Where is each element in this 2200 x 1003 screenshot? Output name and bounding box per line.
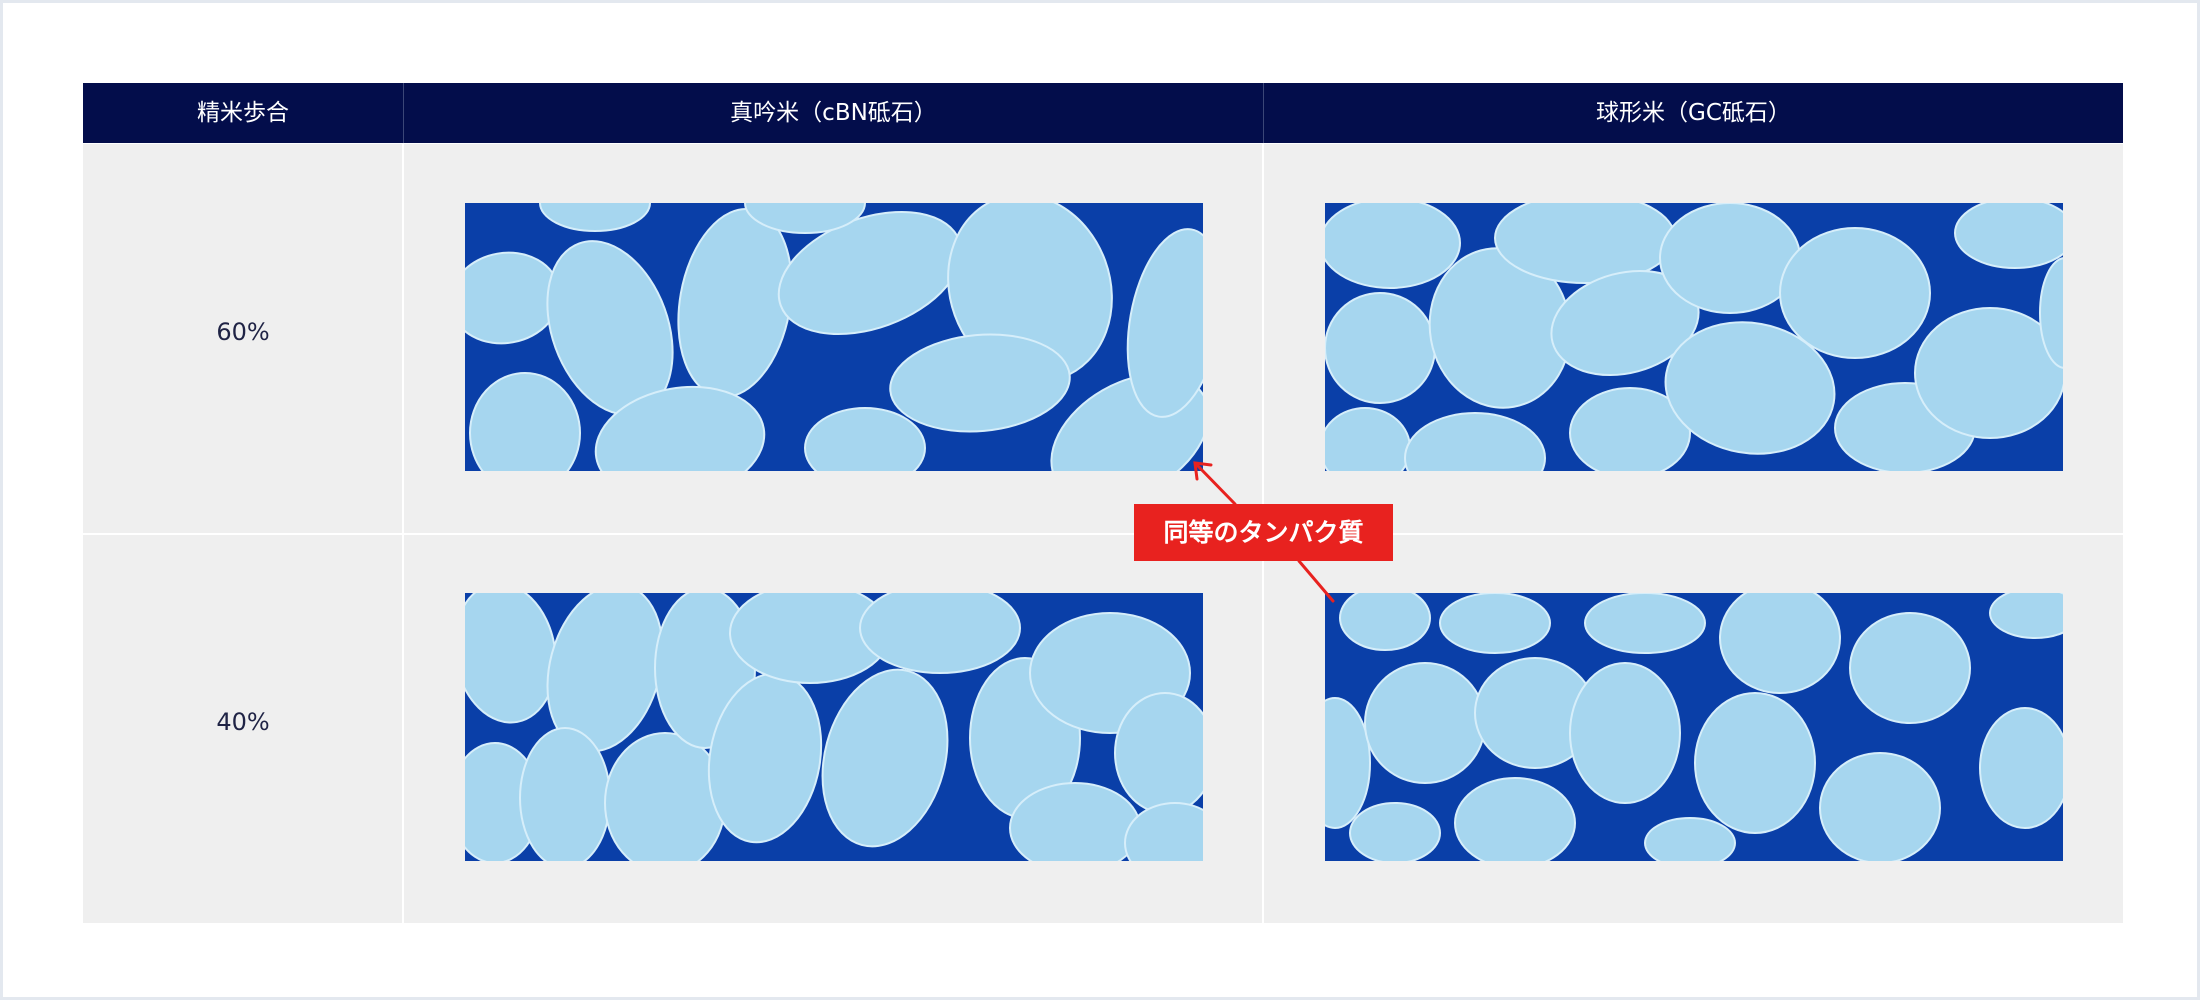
rice-photo-shingin-40 xyxy=(465,593,1203,861)
header-shingin-rice: 真吟米（cBN砥石） xyxy=(730,100,937,126)
comparison-table: 精米歩合 真吟米（cBN砥石） 球形米（GC砥石） 60% 40% xyxy=(83,83,2123,924)
equal-protein-callout: 同等のタンパク質 xyxy=(1134,504,1393,561)
header-spherical-rice: 球形米（GC砥石） xyxy=(1596,100,1791,126)
rice-photo-spherical-60 xyxy=(1325,203,2063,471)
table-header-row: 精米歩合 真吟米（cBN砥石） 球形米（GC砥石） xyxy=(83,83,2123,143)
page-frame: 精米歩合 真吟米（cBN砥石） 球形米（GC砥石） 60% 40% 同等のタンパ… xyxy=(0,0,2200,1000)
rice-photo-shingin-60 xyxy=(465,203,1203,471)
header-polishing-ratio: 精米歩合 xyxy=(197,100,289,126)
polishing-ratio-label: 40% xyxy=(216,708,270,736)
column-divider xyxy=(402,144,404,924)
row-divider xyxy=(83,533,2123,535)
rice-photo-spherical-40 xyxy=(1325,593,2063,861)
polishing-ratio-label: 60% xyxy=(216,318,270,346)
